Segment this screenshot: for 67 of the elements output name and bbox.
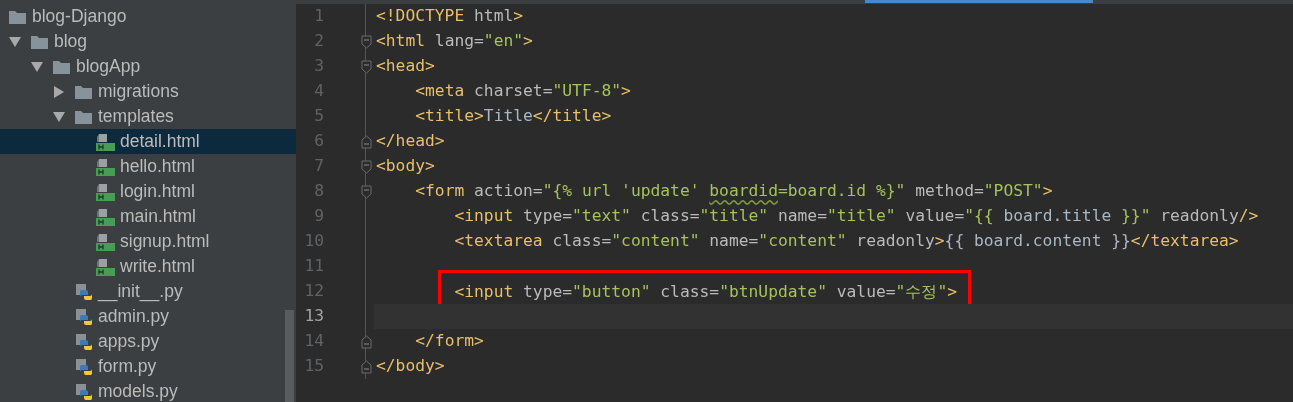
- tree-row[interactable]: write.html: [0, 254, 296, 279]
- line-number: 14: [303, 330, 324, 353]
- line-number: 15: [303, 355, 324, 378]
- html-file-icon: [96, 207, 115, 226]
- scrollbar[interactable]: [285, 310, 294, 402]
- html-file-icon: [96, 232, 115, 251]
- line-number: 7: [313, 155, 324, 178]
- line-number: 13: [303, 305, 324, 328]
- fold-marker-icon[interactable]: [360, 334, 372, 349]
- line-number: 5: [313, 105, 324, 128]
- tree-row[interactable]: blog-Django: [0, 4, 296, 29]
- tree-row[interactable]: templates: [0, 104, 296, 129]
- line-number: 12: [303, 280, 324, 303]
- tree-row[interactable]: hello.html: [0, 154, 296, 179]
- python-file-icon: [74, 357, 93, 376]
- tree-row[interactable]: login.html: [0, 179, 296, 204]
- fold-marker-icon[interactable]: [360, 184, 372, 199]
- html-file-icon: [96, 182, 115, 201]
- line-number: 4: [313, 80, 324, 103]
- code-line: </body>: [376, 355, 445, 378]
- code-line: <input type="button" class="btnUpdate" value="수정">: [454, 281, 957, 301]
- python-file-icon: [74, 382, 93, 401]
- fold-marker-icon[interactable]: [360, 359, 372, 374]
- code-line: </head>: [376, 130, 445, 153]
- tree-row[interactable]: blog: [0, 29, 296, 54]
- fold-marker-icon[interactable]: [360, 159, 372, 174]
- line-number: 1: [313, 5, 324, 28]
- line-number: 10: [303, 230, 324, 253]
- code-line: <!DOCTYPE html>: [376, 5, 524, 28]
- tree-row[interactable]: __init__.py: [0, 279, 296, 304]
- line-number: 9: [313, 205, 324, 228]
- expanded-arrow-icon[interactable]: [52, 110, 66, 123]
- code-line: <head>: [376, 55, 435, 78]
- python-file-icon: [74, 307, 93, 326]
- code-line: <input type="text" class="title" name="title" value="{{ board.title }}" readonly/>: [454, 205, 1259, 228]
- python-file-icon: [74, 282, 93, 301]
- line-number: 8: [313, 180, 324, 203]
- tree-row[interactable]: models.py: [0, 379, 296, 402]
- code-line: <body>: [376, 155, 435, 178]
- collapsed-arrow-icon[interactable]: [52, 85, 66, 98]
- code-line: <html lang="en">: [376, 30, 533, 53]
- tree-row[interactable]: detail.html: [0, 129, 296, 154]
- code-line: <title>Title</title>: [415, 105, 612, 128]
- tree-row[interactable]: admin.py: [0, 304, 296, 329]
- fold-marker-icon[interactable]: [360, 34, 372, 49]
- expanded-arrow-icon[interactable]: [30, 60, 44, 73]
- fold-marker-icon[interactable]: [360, 134, 372, 149]
- expanded-arrow-icon[interactable]: [8, 35, 22, 48]
- tree-row[interactable]: apps.py: [0, 329, 296, 354]
- code-line: <meta charset="UTF-8">: [415, 80, 631, 103]
- html-file-icon: [96, 257, 115, 276]
- tree-row[interactable]: signup.html: [0, 229, 296, 254]
- tree-row[interactable]: main.html: [0, 204, 296, 229]
- code-line: <form action="{% url 'update' boardid=board.id %}" method="POST">: [415, 180, 1053, 203]
- line-number: 2: [313, 30, 324, 53]
- html-file-icon: [96, 157, 115, 176]
- line-number: 3: [313, 55, 324, 78]
- line-number: 11: [303, 255, 324, 278]
- code-line: <textarea class="content" name="content" readonly>{{ board.content }}</textarea>: [454, 230, 1239, 253]
- code-line: </form>: [415, 330, 484, 353]
- html-file-icon: [96, 132, 115, 151]
- python-file-icon: [74, 332, 93, 351]
- tree-row[interactable]: blogApp: [0, 54, 296, 79]
- tree-row[interactable]: form.py: [0, 354, 296, 379]
- tree-row[interactable]: migrations: [0, 79, 296, 104]
- fold-marker-icon[interactable]: [360, 59, 372, 74]
- line-number: 6: [313, 130, 324, 153]
